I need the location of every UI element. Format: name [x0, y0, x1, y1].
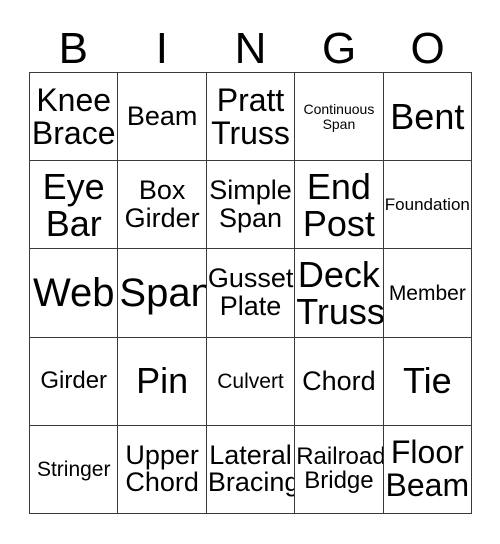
bingo-row: Eye Bar Box Girder Simple Span End Post …	[30, 161, 473, 250]
bingo-cell-label: Box Girder	[124, 175, 200, 233]
bingo-cell[interactable]: Stringer	[30, 425, 119, 515]
bingo-cell-label: Gusset Plate	[207, 263, 294, 321]
bingo-cell[interactable]: Pratt Truss	[206, 73, 296, 162]
bingo-cell-label: Web	[32, 271, 115, 315]
bingo-row: Stringer Upper Chord Lateral Bracing Rai…	[30, 425, 473, 515]
bingo-cell-label: Eye Bar	[42, 165, 105, 244]
bingo-cell[interactable]: Span	[118, 249, 207, 338]
bingo-cell[interactable]: Floor Beam	[383, 425, 473, 515]
bingo-cell-label: Bent	[390, 95, 465, 137]
bingo-cell-label: Chord	[302, 365, 376, 396]
bingo-cell[interactable]: End Post	[295, 161, 384, 250]
bingo-cell[interactable]: Chord	[295, 337, 384, 426]
header-letter-i: I	[155, 24, 168, 73]
bingo-cell[interactable]: Beam	[118, 73, 207, 162]
header-letter-n: N	[234, 24, 267, 73]
bingo-cell-label: Span	[119, 271, 207, 315]
bingo-cell-label: End Post	[302, 165, 375, 244]
header-letter-b: B	[58, 24, 88, 73]
bingo-cell[interactable]: Foundation	[383, 161, 473, 250]
bingo-cell[interactable]: Upper Chord	[118, 425, 207, 515]
bingo-cell[interactable]: Culvert	[206, 337, 296, 426]
bingo-cell-label: Deck Truss	[296, 253, 384, 332]
bingo-cell-label: Foundation	[384, 195, 470, 215]
bingo-row: Web Span Gusset Plate Deck Truss Member	[30, 249, 473, 338]
bingo-cell-label: Continuous Span	[303, 101, 375, 132]
bingo-cell[interactable]: Deck Truss	[295, 249, 384, 338]
bingo-cell-label: Tie	[402, 360, 452, 402]
bingo-cell-label: Stringer	[36, 457, 111, 481]
bingo-card: B I N G O Knee Brace Beam Pratt Truss Co…	[0, 0, 500, 544]
bingo-cell-label: Floor Beam	[385, 434, 470, 504]
bingo-row: Girder Pin Culvert Chord Tie	[30, 337, 473, 426]
bingo-cell-label: Pin	[136, 360, 189, 402]
bingo-cell-label: Member	[388, 281, 466, 305]
bingo-cell[interactable]: Lateral Bracing	[206, 425, 296, 515]
bingo-cell[interactable]: Bent	[383, 73, 473, 162]
bingo-cell-label: Pratt Truss	[211, 81, 290, 151]
bingo-cell-label: Upper Chord	[125, 439, 199, 498]
bingo-grid: Knee Brace Beam Pratt Truss Continuous S…	[29, 72, 473, 515]
bingo-cell-label: Girder	[40, 367, 108, 395]
bingo-cell-label: Lateral Bracing	[207, 439, 296, 498]
bingo-cell[interactable]: Web	[30, 249, 119, 338]
bingo-cell[interactable]: Pin	[118, 337, 207, 426]
bingo-cell[interactable]: Member	[383, 249, 473, 338]
bingo-cell[interactable]: Girder	[30, 337, 119, 426]
bingo-cell-label: Railroad Bridge	[296, 442, 384, 495]
bingo-row: Knee Brace Beam Pratt Truss Continuous S…	[30, 73, 473, 162]
bingo-cell[interactable]: Tie	[383, 337, 473, 426]
bingo-cell-label: Knee Brace	[31, 81, 116, 151]
header-letter-g: G	[321, 24, 357, 73]
bingo-cell[interactable]: Continuous Span	[295, 73, 384, 162]
bingo-cell-label: Culvert	[217, 369, 284, 393]
bingo-header-row: B I N G O	[29, 18, 472, 72]
bingo-cell[interactable]: Knee Brace	[30, 73, 119, 162]
bingo-cell[interactable]: Gusset Plate	[206, 249, 296, 338]
bingo-cell-label: Beam	[126, 101, 198, 132]
header-letter-o: O	[410, 24, 445, 73]
bingo-cell-label: Simple Span	[209, 175, 292, 233]
bingo-cell[interactable]: Eye Bar	[30, 161, 119, 250]
bingo-cell[interactable]: Simple Span	[206, 161, 296, 250]
bingo-cell[interactable]: Railroad Bridge	[295, 425, 384, 515]
bingo-cell[interactable]: Box Girder	[118, 161, 207, 250]
